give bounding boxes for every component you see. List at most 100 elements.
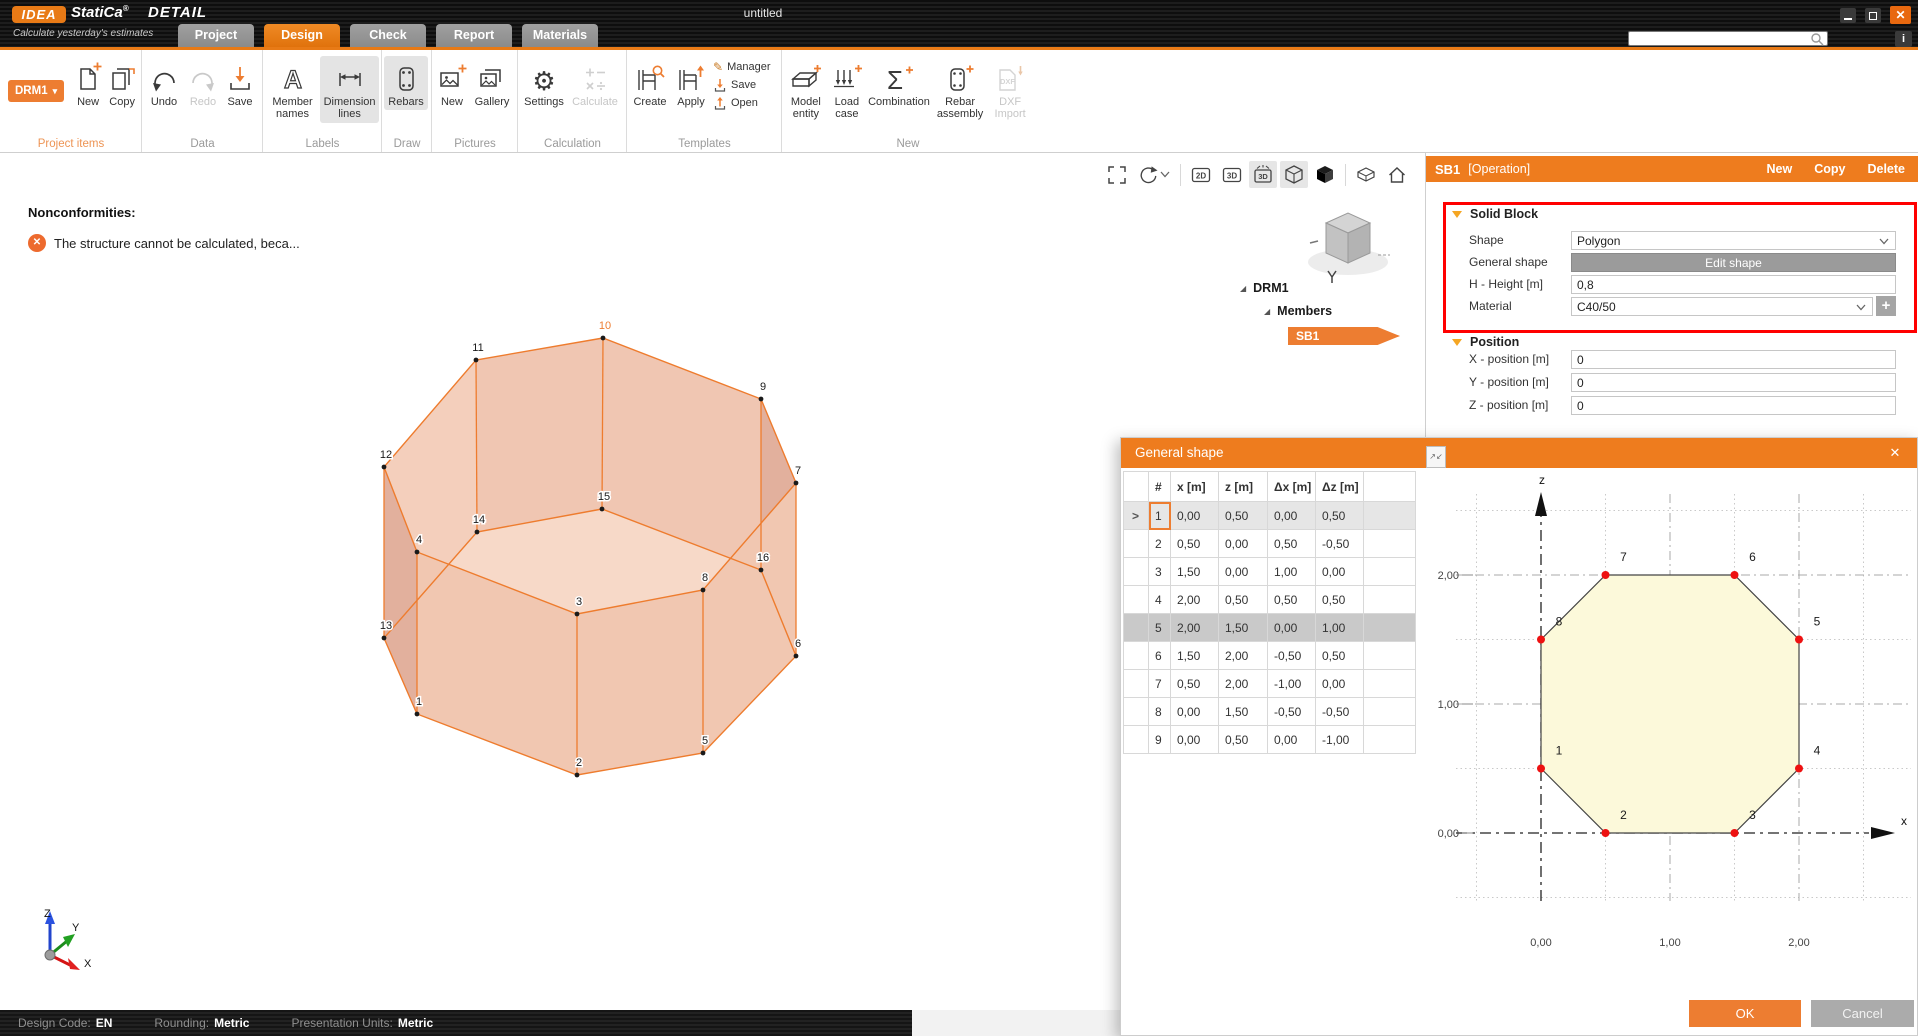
col-z[interactable]: z [m] [1219,472,1268,502]
table-cell[interactable]: 1,50 [1171,558,1219,586]
shape-dropdown[interactable]: Polygon [1571,231,1896,250]
panel-delete-button[interactable]: Delete [1867,162,1905,176]
table-cell[interactable]: 0,00 [1219,558,1268,586]
table-cell[interactable]: 0,00 [1268,502,1316,530]
row-selector[interactable]: > [1124,502,1149,530]
table-row[interactable]: 52,001,500,001,00 [1124,614,1416,642]
table-cell[interactable]: -1,00 [1268,670,1316,698]
section-position[interactable]: Position [1452,335,1519,349]
view-wireframe-button[interactable] [1280,161,1308,188]
col-x[interactable]: x [m] [1171,472,1219,502]
view-axonometry-button[interactable]: 3D [1249,161,1277,188]
x-position-input[interactable]: 0 [1571,350,1896,369]
new-project-item-button[interactable]: New [71,56,105,110]
table-cell[interactable]: 5 [1149,614,1171,642]
table-row[interactable]: 20,500,000,50-0,50 [1124,530,1416,558]
table-row[interactable]: 70,502,00-1,000,00 [1124,670,1416,698]
table-cell[interactable]: 8 [1149,698,1171,726]
tab-report[interactable]: Report [436,24,512,47]
expand-table-button[interactable]: ↗↙ [1426,446,1446,468]
apply-template-button[interactable]: Apply [671,56,711,110]
table-row[interactable]: 42,000,500,500,50 [1124,586,1416,614]
minimize-button[interactable] [1840,8,1856,23]
new-picture-button[interactable]: New [434,56,470,110]
tab-project[interactable]: Project [178,24,254,47]
dxf-import-button[interactable]: DXF DXF Import [988,56,1032,123]
close-button[interactable]: ✕ [1890,6,1911,24]
table-cell[interactable]: 2 [1149,530,1171,558]
y-position-input[interactable]: 0 [1571,373,1896,392]
table-cell[interactable]: 1,50 [1171,642,1219,670]
calculate-button[interactable]: Calculate [568,56,622,110]
z-position-input[interactable]: 0 [1571,396,1896,415]
table-cell[interactable]: 7 [1149,670,1171,698]
table-cell[interactable]: 0,50 [1219,726,1268,754]
maximize-button[interactable] [1865,8,1881,23]
table-cell[interactable]: 0,50 [1268,586,1316,614]
cancel-button[interactable]: Cancel [1811,1000,1914,1027]
table-cell[interactable]: 0,50 [1171,670,1219,698]
table-cell[interactable]: 0,00 [1268,614,1316,642]
material-dropdown[interactable]: C40/50 [1571,297,1873,316]
table-row[interactable]: 90,000,500,00-1,00 [1124,726,1416,754]
ok-button[interactable]: OK [1689,1000,1801,1027]
section-solid-block[interactable]: Solid Block [1452,207,1538,221]
template-manager-button[interactable]: ✎ Manager [713,60,770,74]
row-selector[interactable] [1124,614,1149,642]
tree-item-drm1[interactable]: ◢ DRM1 [1240,281,1400,295]
dialog-close-button[interactable]: ✕ [1883,438,1907,468]
create-template-button[interactable]: Create [629,56,671,110]
table-cell[interactable]: 0,50 [1316,502,1364,530]
table-row[interactable]: 80,001,50-0,50-0,50 [1124,698,1416,726]
table-cell[interactable]: 4 [1149,586,1171,614]
table-row[interactable]: 61,502,00-0,500,50 [1124,642,1416,670]
table-cell[interactable]: 2,00 [1171,586,1219,614]
panel-copy-button[interactable]: Copy [1814,162,1845,176]
tab-check[interactable]: Check [350,24,426,47]
table-cell[interactable]: 0,50 [1171,530,1219,558]
info-button[interactable]: i [1895,31,1912,47]
redo-button[interactable]: Redo [184,56,222,110]
row-selector[interactable] [1124,698,1149,726]
row-selector[interactable] [1124,642,1149,670]
table-cell[interactable]: 2,00 [1171,614,1219,642]
table-cell[interactable]: -0,50 [1268,642,1316,670]
row-selector[interactable] [1124,530,1149,558]
combination-button[interactable]: Σ Combination [866,56,932,110]
table-cell[interactable]: 0,50 [1316,642,1364,670]
row-selector[interactable] [1124,670,1149,698]
table-row[interactable]: 31,500,001,000,00 [1124,558,1416,586]
col-dx[interactable]: Δx [m] [1268,472,1316,502]
table-cell[interactable]: 0,50 [1316,586,1364,614]
orientation-cube[interactable] [1298,199,1398,294]
edit-shape-button[interactable]: Edit shape [1571,253,1896,272]
table-cell[interactable]: 1,50 [1219,698,1268,726]
height-input[interactable]: 0,8 [1571,275,1896,294]
table-cell[interactable]: 6 [1149,642,1171,670]
table-cell[interactable]: -0,50 [1316,698,1364,726]
table-cell[interactable]: 0,50 [1219,586,1268,614]
table-cell[interactable]: 0,00 [1316,558,1364,586]
view-clip-button[interactable] [1352,161,1380,188]
table-cell[interactable]: 3 [1149,558,1171,586]
table-cell[interactable]: 0,00 [1171,502,1219,530]
rebar-assembly-button[interactable]: Rebar assembly [932,56,988,123]
search-input[interactable] [1628,31,1828,46]
table-cell[interactable]: 1,00 [1316,614,1364,642]
member-names-button[interactable]: A Member names [265,56,320,123]
table-cell[interactable]: 0,00 [1316,670,1364,698]
table-cell[interactable]: 1,00 [1268,558,1316,586]
rebars-button[interactable]: Rebars [384,56,428,110]
project-selector-button[interactable]: DRM1 ▾ [8,80,64,102]
settings-button[interactable]: ⚙ Settings [520,56,568,110]
tree-item-sb1-selected[interactable]: SB1 [1288,327,1400,345]
table-cell[interactable]: 2,00 [1219,670,1268,698]
dialog-title[interactable]: General shape [1121,438,1917,468]
table-cell[interactable]: 1 [1149,502,1171,530]
table-cell[interactable]: 9 [1149,726,1171,754]
row-selector[interactable] [1124,726,1149,754]
view-3d-button[interactable]: 3D [1218,161,1246,188]
col-number[interactable]: # [1149,472,1171,502]
save-button[interactable]: Save [222,56,258,110]
table-cell[interactable]: 0,50 [1268,530,1316,558]
